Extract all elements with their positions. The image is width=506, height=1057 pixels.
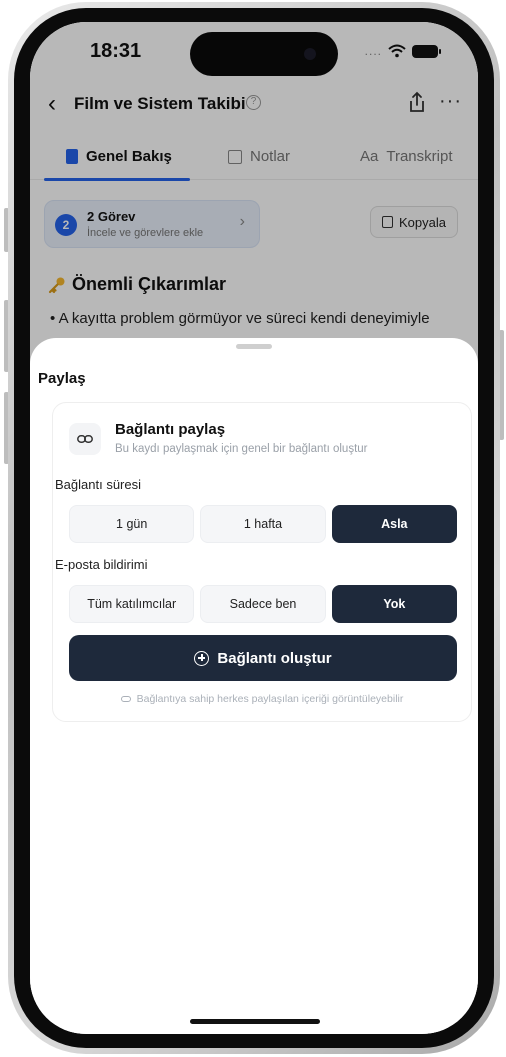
sheet-grabber[interactable] [236, 344, 272, 349]
phone-mockup: 18:31 .... ‹ Film ve Sistem Takibi ? ···… [0, 0, 506, 1057]
duration-option-1-day[interactable]: 1 gün [69, 505, 195, 543]
duration-label: Bağlantı süresi [55, 477, 141, 492]
share-footnote: Bağlantıya sahip herkes paylaşılan içeri… [53, 693, 471, 705]
link-share-card: Bağlantı paylaş Bu kaydı paylaşmak için … [52, 402, 472, 722]
create-link-button[interactable]: Bağlantı oluştur [69, 635, 457, 681]
email-notification-selector: Tüm katılımcılar Sadece ben Yok [69, 585, 457, 623]
duration-selector: 1 gün 1 hafta Asla [69, 505, 457, 543]
email-option-none[interactable]: Yok [331, 585, 457, 623]
link-icon-box [69, 423, 101, 455]
create-link-label: Bağlantı oluştur [217, 649, 332, 667]
email-notification-label: E-posta bildirimi [55, 557, 148, 572]
link-share-description: Bu kaydı paylaşmak için genel bir bağlan… [115, 443, 368, 455]
link-small-icon [120, 696, 131, 702]
plus-circle-icon [194, 650, 210, 666]
duration-option-never[interactable]: Asla [331, 505, 457, 543]
share-footnote-text: Bağlantıya sahip herkes paylaşılan içeri… [136, 693, 404, 705]
link-icon [77, 435, 93, 443]
link-share-title: Bağlantı paylaş [115, 421, 226, 438]
share-sheet: Paylaş Bağlantı paylaş Bu kaydı paylaşma… [30, 338, 478, 1034]
home-indicator [190, 1019, 320, 1024]
sheet-title: Paylaş [38, 370, 86, 387]
email-option-all-participants[interactable]: Tüm katılımcılar [69, 585, 195, 623]
phone-screen: 18:31 .... ‹ Film ve Sistem Takibi ? ···… [30, 22, 478, 1034]
duration-option-1-week[interactable]: 1 hafta [200, 505, 326, 543]
email-option-only-me[interactable]: Sadece ben [200, 585, 326, 623]
